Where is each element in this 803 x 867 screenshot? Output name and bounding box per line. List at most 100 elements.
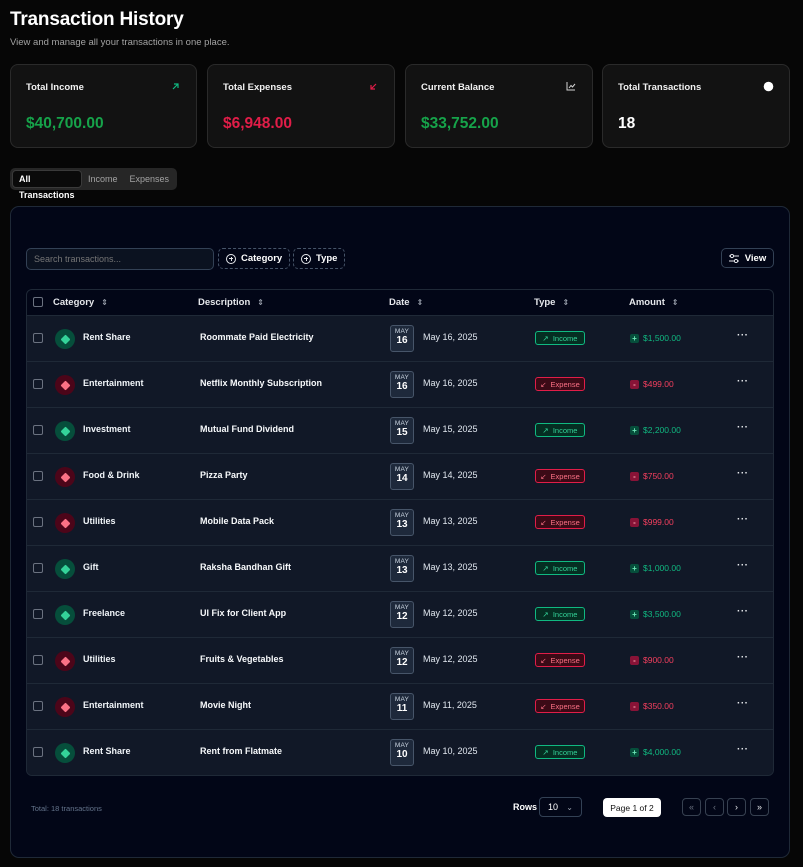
stat-value: $40,700.00 [26,115,104,132]
view-options-button[interactable]: View [721,248,774,268]
row-actions-menu-icon[interactable]: ··· [737,330,749,341]
column-header-date[interactable]: Date ⇕ [389,290,423,316]
transaction-tabs: All Transactions Income Expenses [10,168,177,200]
next-page-button[interactable]: › [727,798,746,816]
amount-value: $900.00 [643,655,674,665]
category-icon [55,651,75,671]
date-text: May 12, 2025 [423,654,478,664]
row-checkbox[interactable] [33,747,43,757]
table-row[interactable]: Freelance UI Fix for Client App MAY 12 May 1… [27,592,773,638]
table-row[interactable]: Food & Drink Pizza Party MAY 14 May 14, 2025… [27,454,773,500]
stat-label: Total Income [26,82,84,93]
date-day: 11 [396,703,408,714]
row-checkbox[interactable] [33,563,43,573]
amount-sign: - [630,655,639,665]
table-row[interactable]: Utilities Mobile Data Pack MAY 13 May 13, 20… [27,500,773,546]
stat-card-total-transactions: Total Transactions 18 [602,64,790,148]
arrow-up-right-icon [169,80,181,92]
amount: - $750.00 [630,471,674,481]
column-header-type[interactable]: Type ⇕ [534,290,569,316]
tab-income[interactable]: Income [82,170,124,188]
select-all-checkbox[interactable] [33,297,43,307]
category-name: Food & Drink [83,470,140,480]
last-page-button[interactable]: » [750,798,769,816]
category-icon [55,743,75,763]
tab-expenses[interactable]: Expenses [123,170,175,188]
tab-all-transactions[interactable]: All Transactions [12,170,82,200]
first-page-button[interactable]: « [682,798,701,816]
date-day: 12 [396,657,408,668]
column-header-category[interactable]: Category ⇕ [53,290,108,316]
column-label: Type [534,297,556,308]
table-row[interactable]: Rent Share Rent from Flatmate MAY 10 May 10,… [27,730,773,775]
amount: + $1,500.00 [630,333,681,343]
column-header-amount[interactable]: Amount ⇕ [629,290,679,316]
description: Fruits & Vegetables [200,654,284,664]
row-actions-menu-icon[interactable]: ··· [737,422,749,433]
table-row[interactable]: Entertainment Netflix Monthly Subscriptio… [27,362,773,408]
row-actions-menu-icon[interactable]: ··· [737,468,749,479]
sliders-icon [728,253,739,263]
type-label: Expense [550,701,580,711]
type-badge: ↗ Income [535,745,585,759]
row-checkbox[interactable] [33,655,43,665]
row-actions-menu-icon[interactable]: ··· [737,560,749,571]
date-month: MAY [394,558,410,565]
row-checkbox[interactable] [33,471,43,481]
row-checkbox[interactable] [33,609,43,619]
row-actions-menu-icon[interactable]: ··· [737,514,749,525]
arrow-down-left-icon: ↙ [540,701,547,711]
date-badge: MAY 11 [390,693,414,720]
date-badge: MAY 15 [390,417,414,444]
amount-sign: + [630,563,639,573]
date-text: May 16, 2025 [423,332,478,342]
type-label: Income [552,747,578,757]
description: Pizza Party [200,470,248,480]
row-checkbox[interactable] [33,701,43,711]
column-header-description[interactable]: Description ⇕ [198,290,264,316]
row-checkbox[interactable] [33,333,43,343]
previous-page-button[interactable]: ‹ [705,798,724,816]
description: Roommate Paid Electricity [200,332,314,342]
amount-sign: + [630,333,639,343]
date-text: May 11, 2025 [423,700,477,710]
stat-value: $6,948.00 [223,115,292,132]
table-row[interactable]: Utilities Fruits & Vegetables MAY 12 May 12,… [27,638,773,684]
chevron-right-icon: › [735,802,738,812]
date-day: 16 [396,335,408,346]
category-icon [55,513,75,533]
stat-card-total-expenses: Total Expenses $6,948.00 [207,64,395,148]
category-icon [55,605,75,625]
amount-sign: - [630,379,639,389]
column-label: Category [53,297,95,308]
stat-label: Current Balance [421,82,495,93]
table-row[interactable]: Entertainment Movie Night MAY 11 May 11, 202… [27,684,773,730]
category-filter-button[interactable]: Category [218,248,291,269]
stat-label: Total Transactions [618,82,702,93]
row-actions-menu-icon[interactable]: ··· [737,606,749,617]
double-chevron-left-icon: « [688,802,694,812]
amount-value: $1,500.00 [643,333,681,343]
row-actions-menu-icon[interactable]: ··· [737,652,749,663]
table-row[interactable]: Investment Mutual Fund Dividend MAY 15 May 1… [27,408,773,454]
amount-value: $499.00 [643,379,674,389]
row-actions-menu-icon[interactable]: ··· [737,744,749,755]
chevron-down-icon: ⌄ [566,802,573,812]
row-checkbox[interactable] [33,379,43,389]
search-input[interactable] [26,248,214,270]
row-checkbox[interactable] [33,517,43,527]
rows-per-page-select[interactable]: 10 ⌄ [539,797,582,817]
date-day: 12 [396,611,408,622]
row-actions-menu-icon[interactable]: ··· [737,376,749,387]
sort-icon: ⇕ [562,298,570,307]
type-badge: ↙ Expense [535,699,585,713]
stat-value: 18 [618,115,636,132]
category-name: Entertainment [83,700,144,710]
table-row[interactable]: Gift Raksha Bandhan Gift MAY 13 May 13, 2025… [27,546,773,592]
table-header: Category ⇕ Description ⇕ Date ⇕ Type ⇕ Amoun… [27,290,773,316]
table-row[interactable]: Rent Share Roommate Paid Electricity MAY 16… [27,316,773,362]
type-filter-button[interactable]: Type [293,248,346,269]
row-actions-menu-icon[interactable]: ··· [737,698,749,709]
date-day: 14 [396,473,408,484]
row-checkbox[interactable] [33,425,43,435]
